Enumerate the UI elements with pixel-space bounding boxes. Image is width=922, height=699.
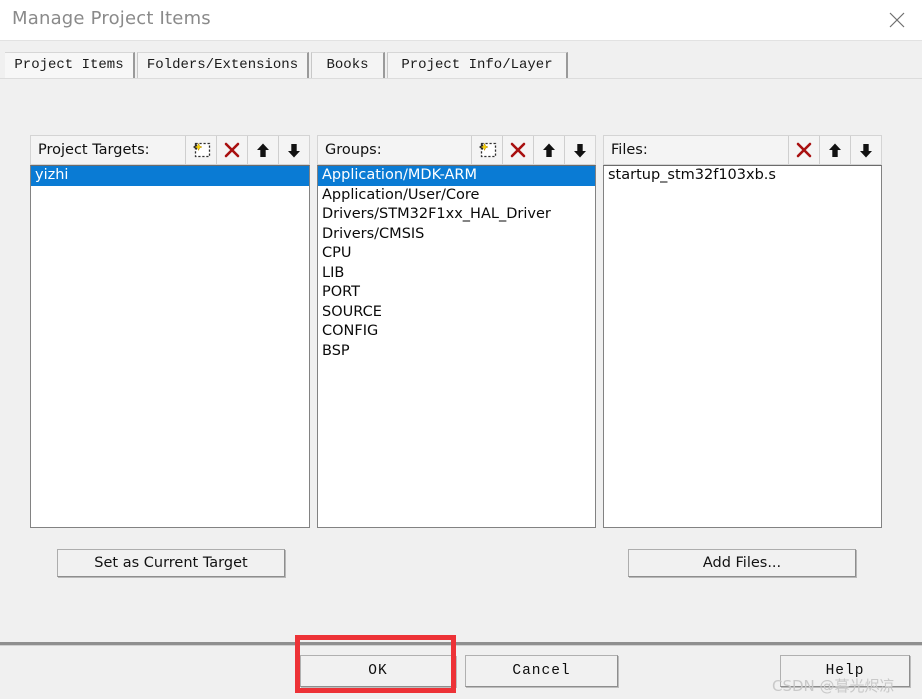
add-files-button[interactable]: Add Files... bbox=[628, 549, 856, 577]
move-down-icon[interactable] bbox=[850, 136, 881, 164]
new-item-icon[interactable] bbox=[185, 136, 216, 164]
files-header: Files: bbox=[603, 135, 882, 165]
project-targets-header: Project Targets: bbox=[30, 135, 310, 165]
list-item[interactable]: Drivers/CMSIS bbox=[318, 225, 595, 245]
footer-divider bbox=[0, 642, 922, 646]
files-label: Files: bbox=[611, 142, 648, 158]
groups-panel: Groups: Application/MDK-ARM Application/… bbox=[317, 135, 596, 528]
move-up-icon[interactable] bbox=[819, 136, 850, 164]
project-targets-label: Project Targets: bbox=[38, 142, 150, 158]
set-as-current-target-button[interactable]: Set as Current Target bbox=[57, 549, 285, 577]
list-item[interactable]: BSP bbox=[318, 342, 595, 362]
list-item[interactable]: startup_stm32f103xb.s bbox=[604, 166, 881, 186]
list-item[interactable]: LIB bbox=[318, 264, 595, 284]
list-item[interactable]: CONFIG bbox=[318, 322, 595, 342]
new-item-icon[interactable] bbox=[471, 136, 502, 164]
ok-button[interactable]: OK bbox=[300, 655, 456, 687]
tab-project-info-layer[interactable]: Project Info/Layer bbox=[387, 52, 568, 78]
list-item[interactable]: SOURCE bbox=[318, 303, 595, 323]
groups-list[interactable]: Application/MDK-ARM Application/User/Cor… bbox=[317, 165, 596, 528]
list-item[interactable]: PORT bbox=[318, 283, 595, 303]
list-item[interactable]: yizhi bbox=[31, 166, 309, 186]
list-item[interactable]: Application/User/Core bbox=[318, 186, 595, 206]
files-panel: Files: startup_stm32f103xb.s bbox=[603, 135, 882, 528]
help-button[interactable]: Help bbox=[780, 655, 910, 687]
groups-label: Groups: bbox=[325, 142, 382, 158]
window-titlebar: Manage Project Items bbox=[0, 0, 922, 41]
tab-books[interactable]: Books bbox=[311, 52, 385, 78]
delete-icon[interactable] bbox=[502, 136, 533, 164]
close-icon[interactable] bbox=[880, 4, 914, 36]
files-list[interactable]: startup_stm32f103xb.s bbox=[603, 165, 882, 528]
move-up-icon[interactable] bbox=[247, 136, 278, 164]
groups-header: Groups: bbox=[317, 135, 596, 165]
move-down-icon[interactable] bbox=[564, 136, 595, 164]
move-up-icon[interactable] bbox=[533, 136, 564, 164]
project-targets-panel: Project Targets: yizhi bbox=[30, 135, 310, 528]
tab-folders-extensions[interactable]: Folders/Extensions bbox=[137, 52, 309, 78]
delete-icon[interactable] bbox=[216, 136, 247, 164]
window-title: Manage Project Items bbox=[12, 8, 211, 29]
list-item[interactable]: Drivers/STM32F1xx_HAL_Driver bbox=[318, 205, 595, 225]
move-down-icon[interactable] bbox=[278, 136, 309, 164]
dialog-body: Project Items Folders/Extensions Books P… bbox=[0, 41, 922, 699]
cancel-button[interactable]: Cancel bbox=[465, 655, 618, 687]
list-item[interactable]: Application/MDK-ARM bbox=[318, 166, 595, 186]
list-item[interactable]: CPU bbox=[318, 244, 595, 264]
project-targets-list[interactable]: yizhi bbox=[30, 165, 310, 528]
tab-project-items[interactable]: Project Items bbox=[5, 52, 135, 78]
delete-icon[interactable] bbox=[788, 136, 819, 164]
project-targets-toolbar bbox=[185, 136, 309, 164]
files-toolbar bbox=[788, 136, 881, 164]
groups-toolbar bbox=[471, 136, 595, 164]
tab-strip: Project Items Folders/Extensions Books P… bbox=[0, 52, 922, 80]
